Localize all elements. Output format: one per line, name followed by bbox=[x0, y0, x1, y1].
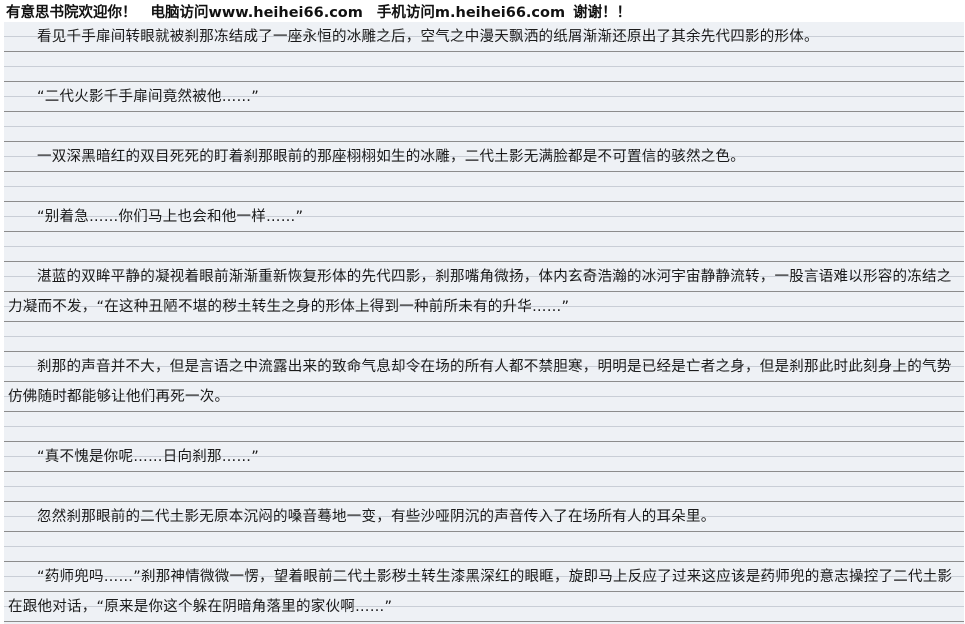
reader-page: 有意思书院欢迎你！ 电脑访问www.heihei66.com 手机访问m.heihe… bbox=[0, 0, 965, 624]
pc-access-link[interactable]: 电脑访问www.heihei66.com bbox=[151, 5, 363, 21]
site-header: 有意思书院欢迎你！ 电脑访问www.heihei66.com 手机访问m.heihe… bbox=[6, 3, 631, 23]
thanks-text: 谢谢！！ bbox=[573, 5, 632, 21]
chapter-content: 看见千手扉间转眼就被刹那冻结成了一座永恒的冰雕之后，空气之中漫天飘洒的纸屑渐渐还… bbox=[4, 22, 964, 624]
paragraph: 看见千手扉间转眼就被刹那冻结成了一座永恒的冰雕之后，空气之中漫天飘洒的纸屑渐渐还… bbox=[37, 29, 819, 45]
site-welcome-text: 有意思书院欢迎你！ bbox=[6, 5, 137, 21]
paragraph: 一双深黑暗红的双目死死的盯着刹那眼前的那座栩栩如生的冰雕，二代土影无满脸都是不可… bbox=[37, 149, 745, 165]
paragraph: “真不愧是你呢……日向刹那……” bbox=[37, 449, 260, 465]
paragraph: “别着急……你们马上也会和他一样……” bbox=[37, 209, 304, 225]
mobile-access-link[interactable]: 手机访问m.heihei66.com bbox=[377, 5, 565, 21]
paragraph: 忽然刹那眼前的二代土影无原本沉闷的嗓音蓦地一变，有些沙哑阴沉的声音传入了在场所有… bbox=[37, 509, 716, 525]
paragraph: 湛蓝的双眸平静的凝视着眼前渐渐重新恢复形体的先代四影，刹那嘴角微扬，体内玄奇浩瀚… bbox=[8, 269, 952, 315]
paragraph: 刹那的声音并不大，但是言语之中流露出来的致命气息却令在场的所有人都不禁胆寒，明明… bbox=[8, 359, 952, 405]
paragraph: “药师兜吗……”刹那神情微微一愣，望着眼前二代土影秽土转生漆黑深红的眼眶，旋即马… bbox=[8, 569, 953, 615]
paragraph: “二代火影千手扉间竟然被他……” bbox=[37, 89, 260, 105]
